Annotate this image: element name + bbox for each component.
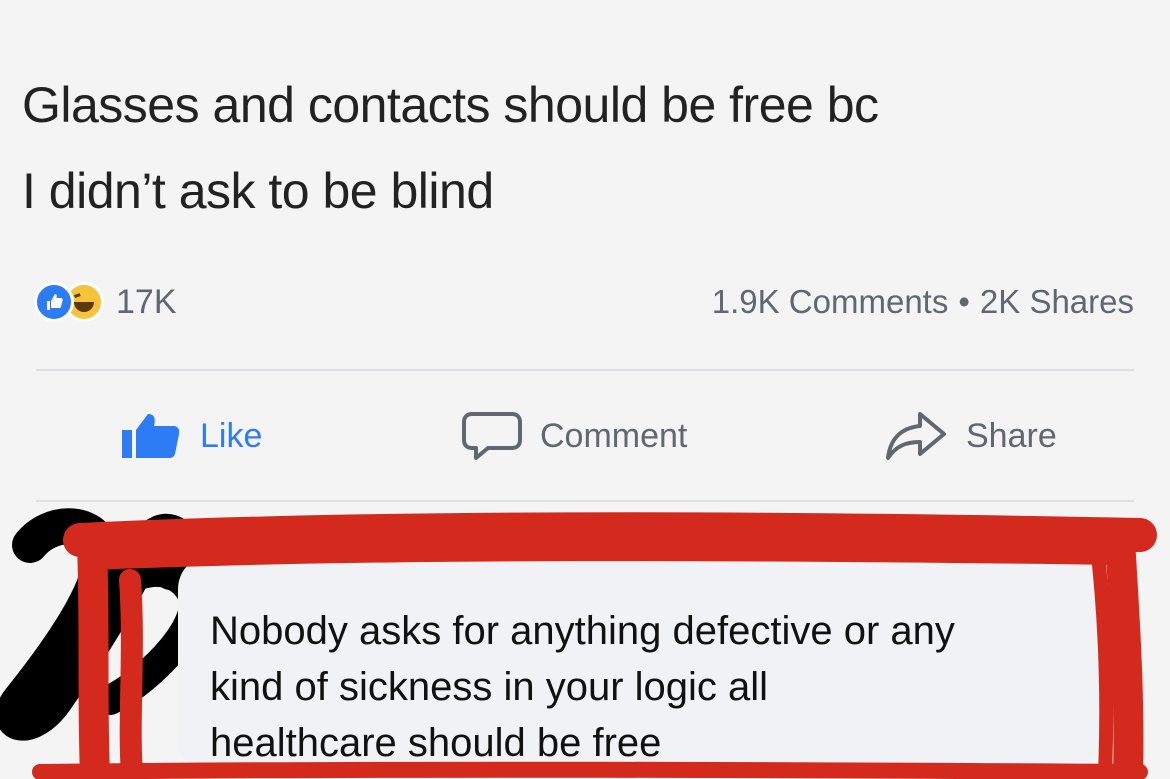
comment-line-2: kind of sickness in your logic all <box>210 665 769 709</box>
comment-text: Nobody asks for anything defective or an… <box>210 603 1110 771</box>
comment-line-3: healthcare should be free <box>210 721 662 765</box>
like-reaction-icon <box>34 282 74 322</box>
comment-line-1: Nobody asks for anything defective or an… <box>210 609 955 653</box>
